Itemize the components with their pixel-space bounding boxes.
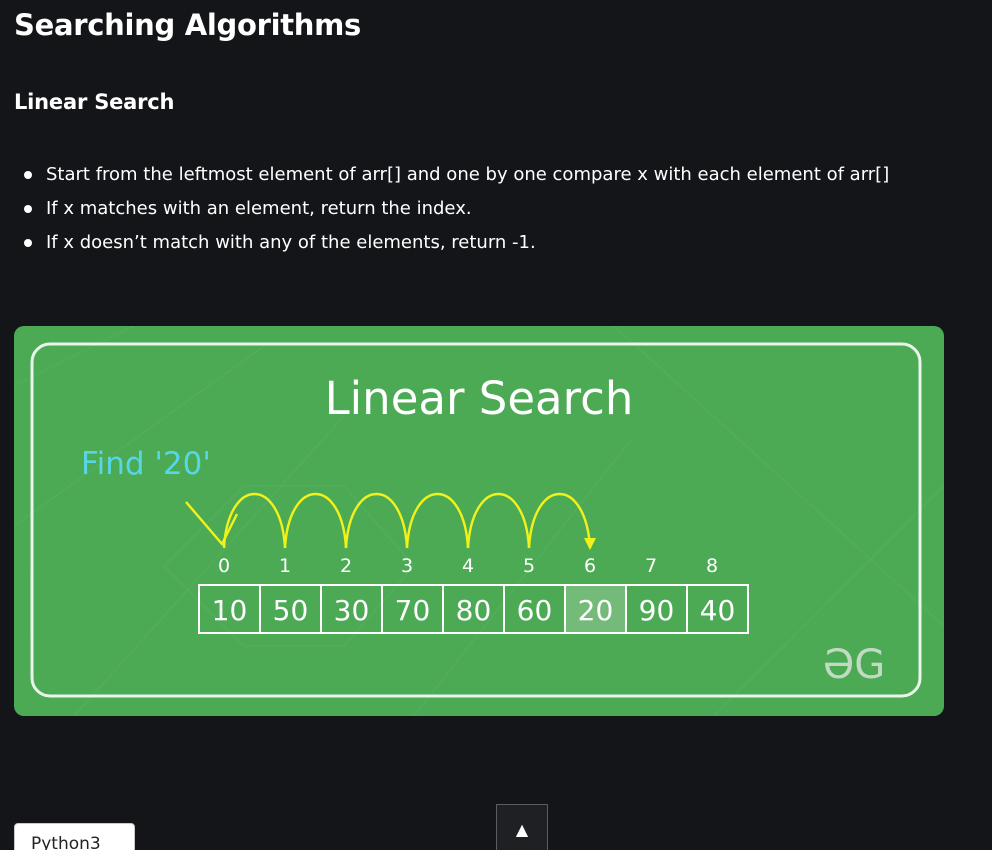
array-index-label: 7 [645, 555, 657, 577]
section-title: Linear Search [14, 90, 175, 114]
array-value: 30 [334, 594, 370, 627]
bullet-list: Start from the leftmost element of arr[]… [0, 158, 940, 260]
figure-title: Linear Search [325, 372, 634, 425]
array-value: 90 [639, 594, 675, 627]
array-index-label: 4 [462, 555, 474, 577]
linear-search-figure: Linear Search Find '20' 10 0 50 1 30 2 70 3 80 4 6… [14, 326, 944, 716]
array-index-label: 6 [584, 555, 596, 577]
array-index-label: 5 [523, 555, 535, 577]
page-title: Searching Algorithms [14, 8, 361, 42]
python3-tab-button[interactable]: Python3 [14, 823, 135, 850]
array-value: 70 [395, 594, 431, 627]
array-value: 50 [273, 594, 309, 627]
array-index-label: 1 [279, 555, 291, 577]
array-value: 20 [578, 594, 614, 627]
array-index-label: 2 [340, 555, 352, 577]
array-index-label: 0 [218, 555, 230, 577]
list-item: If x matches with an element, return the… [0, 192, 940, 225]
array-index-label: 8 [706, 555, 718, 577]
article-page: Searching Algorithms Linear Search Start… [0, 0, 992, 850]
array-value: 10 [212, 594, 248, 627]
scroll-to-top-button[interactable]: ▲ [496, 804, 548, 850]
array-value: 80 [456, 594, 492, 627]
list-item: If x doesn’t match with any of the eleme… [0, 226, 940, 259]
list-item: Start from the leftmost element of arr[]… [0, 158, 940, 191]
array-index-label: 3 [401, 555, 413, 577]
find-label: Find '20' [81, 446, 211, 482]
logo-icon: ƏG [823, 642, 885, 688]
array-value: 60 [517, 594, 553, 627]
array-value: 40 [700, 594, 736, 627]
